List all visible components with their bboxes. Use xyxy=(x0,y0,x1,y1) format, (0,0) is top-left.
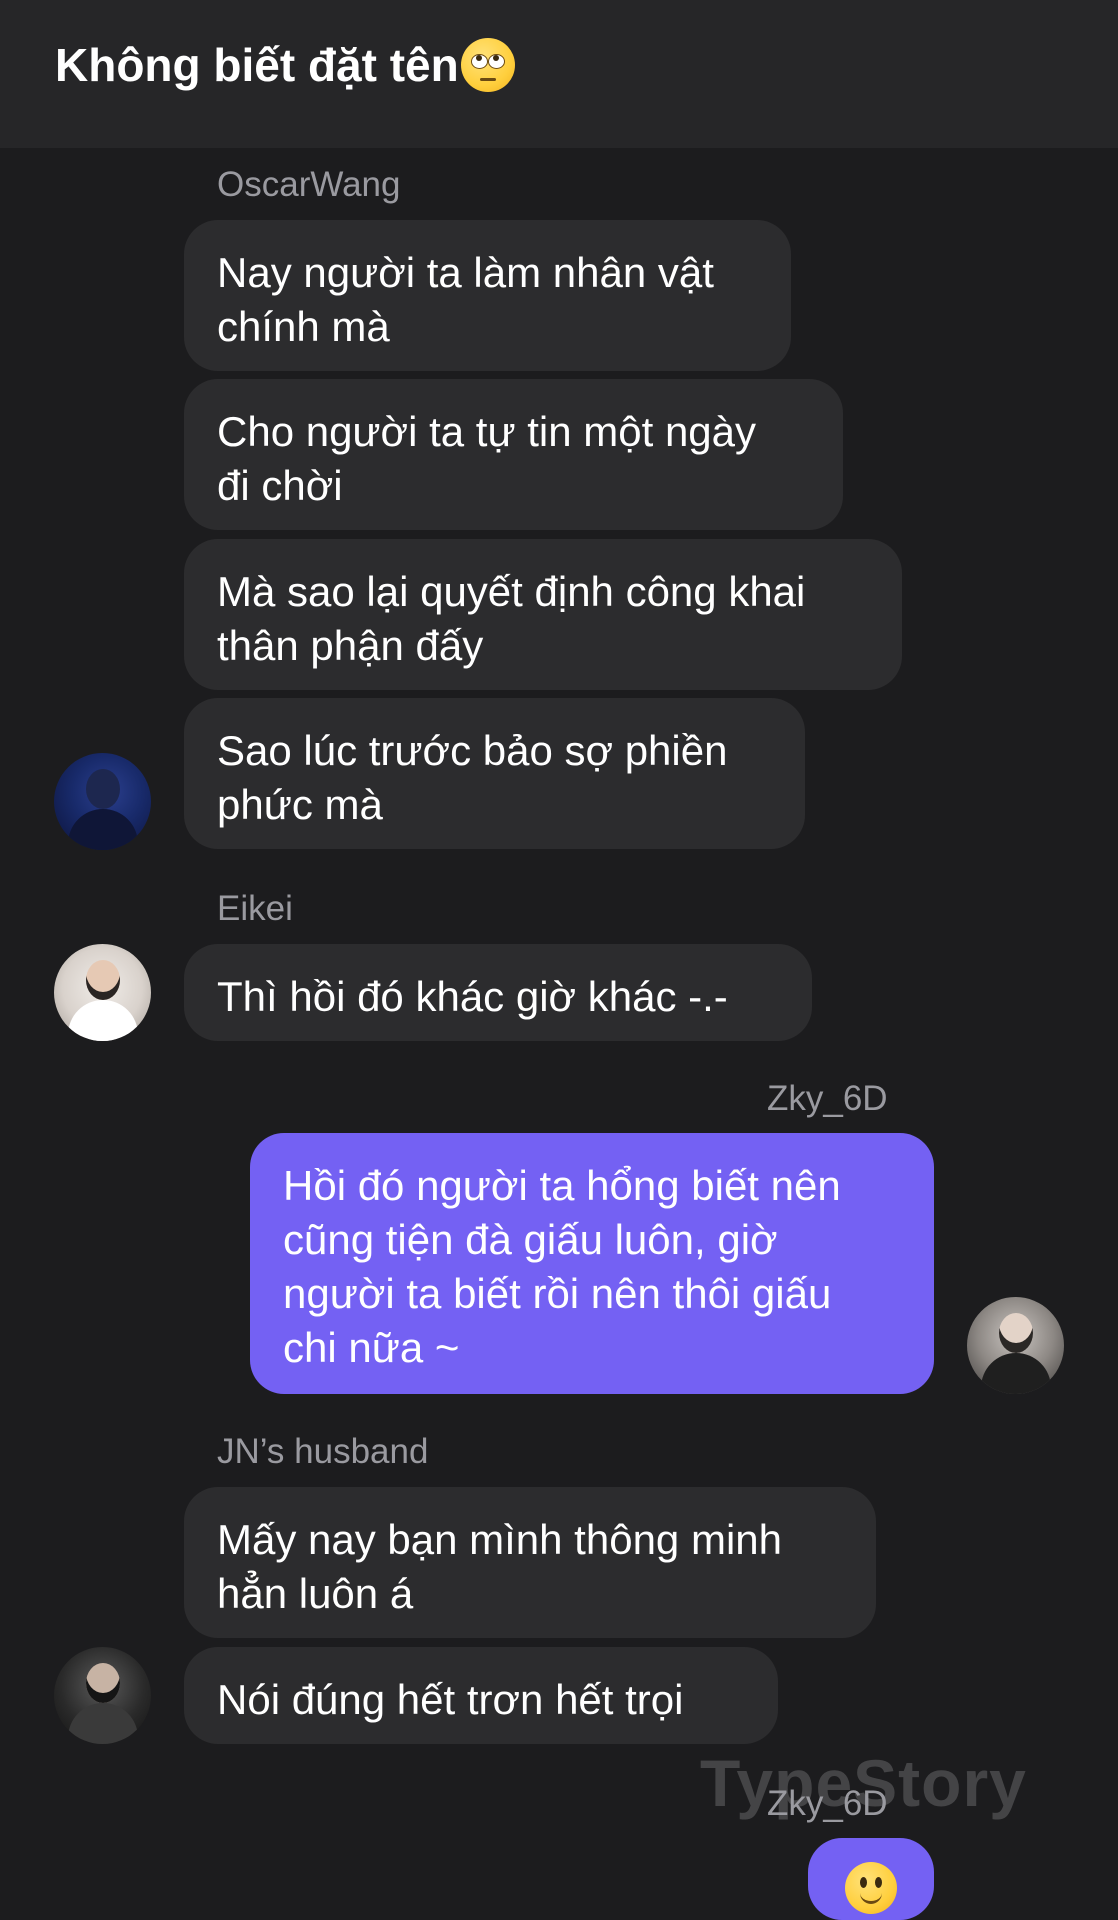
message-line: hẳn luôn á xyxy=(217,1570,414,1617)
message-line: thân phận đấy xyxy=(217,622,484,669)
chat-title-text: Không biết đặt tên xyxy=(55,39,459,91)
message-bubble[interactable]: Thì hồi đó khác giờ khác -.- xyxy=(184,944,812,1041)
message-line: Cho người ta tự tin một ngày xyxy=(217,408,757,455)
message-line: phức mà xyxy=(217,781,383,828)
message-line: Nay người ta làm nhân vật xyxy=(217,249,714,296)
message-bubble[interactable]: Mà sao lại quyết định công khai thân phậ… xyxy=(184,539,902,690)
chat-title[interactable]: Không biết đặt tên xyxy=(55,38,515,92)
sender-name: Zky_6D xyxy=(767,1079,888,1118)
face-with-rolling-eyes-icon xyxy=(460,38,515,92)
chat-header: Không biết đặt tên xyxy=(0,0,1118,148)
avatar-jns-husband[interactable] xyxy=(54,1647,151,1744)
message-bubble-mine[interactable] xyxy=(808,1838,934,1920)
message-bubble-mine[interactable]: Hồi đó người ta hổng biết nên cũng tiện … xyxy=(250,1133,934,1394)
message-line: đi chời xyxy=(217,462,343,509)
sender-name: OscarWang xyxy=(217,165,401,204)
message-bubble[interactable]: Mấy nay bạn mình thông minh hẳn luôn á xyxy=(184,1487,876,1638)
message-line: người ta biết rồi nên thôi giấu xyxy=(283,1270,832,1317)
message-line: Thì hồi đó khác giờ khác -.- xyxy=(217,973,728,1020)
avatar-zky6d[interactable] xyxy=(967,1297,1064,1394)
avatar-oscarwang[interactable] xyxy=(54,753,151,850)
message-line: Mà sao lại quyết định công khai xyxy=(217,568,806,615)
message-line: Hồi đó người ta hổng biết nên xyxy=(283,1162,841,1209)
message-line: Nói đúng hết trơn hết trọi xyxy=(217,1676,684,1723)
message-line: Mấy nay bạn mình thông minh xyxy=(217,1516,782,1563)
message-line: Sao lúc trước bảo sợ phiền xyxy=(217,727,728,774)
message-line: chính mà xyxy=(217,303,390,350)
message-bubble[interactable]: Nói đúng hết trơn hết trọi xyxy=(184,1647,778,1744)
message-bubble[interactable]: Sao lúc trước bảo sợ phiền phức mà xyxy=(184,698,805,849)
avatar-eikei[interactable] xyxy=(54,944,151,1041)
sender-name: Eikei xyxy=(217,889,293,928)
message-bubble[interactable]: Cho người ta tự tin một ngày đi chời xyxy=(184,379,843,530)
sender-name: JN’s husband xyxy=(217,1432,429,1471)
slightly-smiling-face-icon xyxy=(845,1861,897,1914)
message-line: chi nữa ~ xyxy=(283,1324,460,1371)
sender-name: Zky_6D xyxy=(767,1784,888,1823)
message-line: cũng tiện đà giấu luôn, giờ xyxy=(283,1216,778,1263)
message-bubble[interactable]: Nay người ta làm nhân vật chính mà xyxy=(184,220,791,371)
